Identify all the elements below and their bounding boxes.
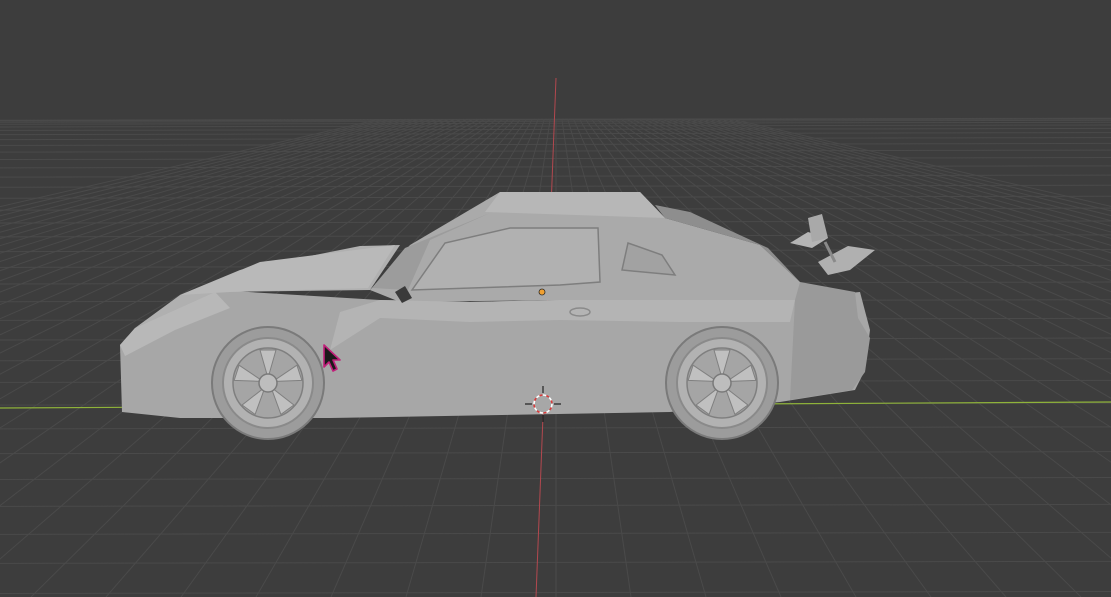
viewport-scene[interactable] xyxy=(0,0,1111,597)
3d-viewport[interactable] xyxy=(0,0,1111,597)
object-origin-icon xyxy=(538,288,546,296)
car-model[interactable] xyxy=(120,192,875,440)
front-wheel xyxy=(211,326,325,440)
car-hood-top xyxy=(180,245,395,295)
rear-wheel xyxy=(665,326,779,440)
